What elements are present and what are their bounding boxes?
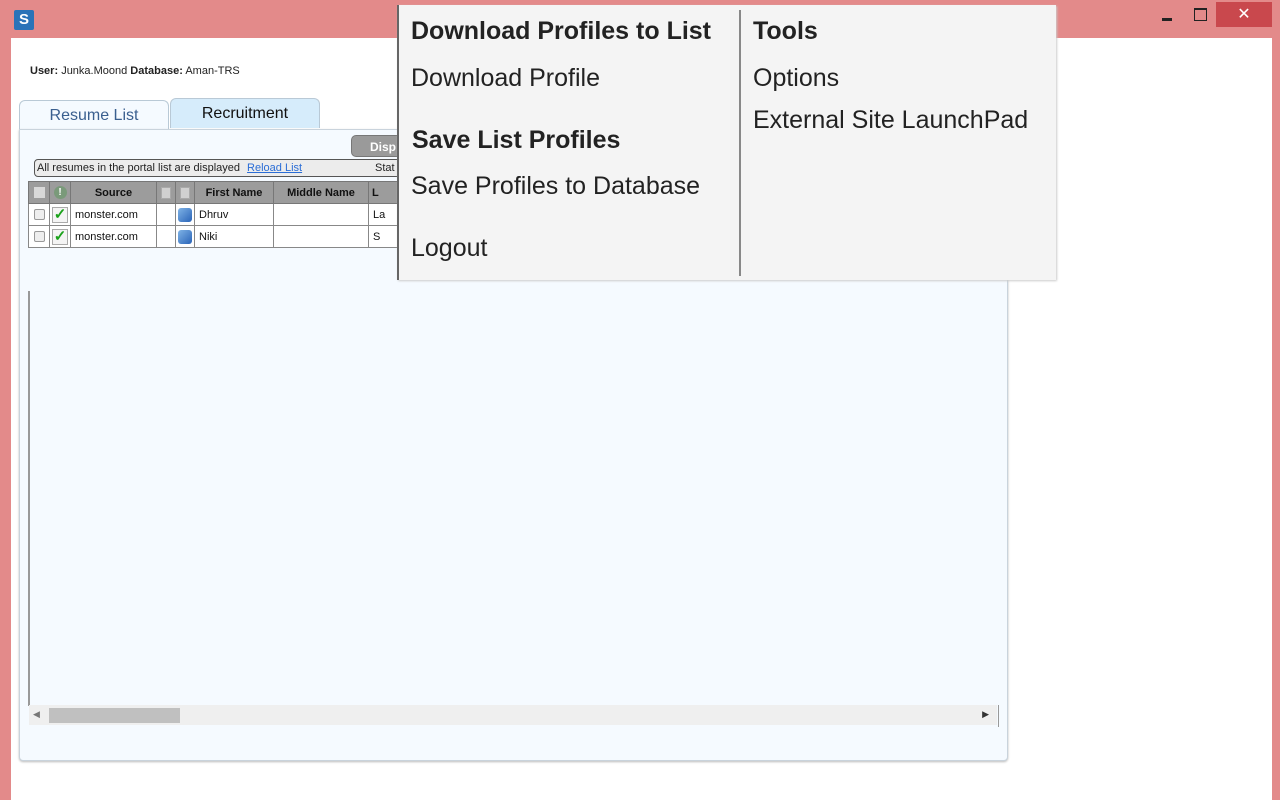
checkmark-icon: ✓: [52, 205, 68, 223]
scrollbar-end-divider: [998, 705, 999, 727]
column-header-middle-name[interactable]: Middle Name: [273, 181, 369, 204]
row-select-cell[interactable]: [28, 203, 50, 226]
doc-cell: [156, 225, 176, 248]
scroll-right-arrow-icon[interactable]: ▶: [982, 709, 989, 720]
document-icon: [180, 186, 190, 199]
row-select-cell[interactable]: [28, 225, 50, 248]
source-cell: monster.com: [70, 203, 157, 226]
column-header-source[interactable]: Source: [70, 181, 157, 204]
middle-name-cell: [273, 203, 369, 226]
middle-name-cell: [273, 225, 369, 248]
table-row[interactable]: ✓ monster.com Dhruv La: [28, 203, 409, 226]
resume-icon[interactable]: [178, 207, 192, 222]
close-button[interactable]: ✕: [1216, 2, 1272, 27]
database-label: Database:: [130, 65, 183, 77]
tab-recruitment[interactable]: Recruitment: [170, 98, 320, 128]
grid-left-border: [28, 291, 30, 706]
source-cell: monster.com: [70, 225, 157, 248]
scrollbar-thumb[interactable]: [49, 708, 180, 723]
database-name: Aman-TRS: [185, 65, 240, 77]
user-info: User: Junka.Moond Database: Aman-TRS: [30, 65, 240, 77]
column-header-doc2: [175, 181, 195, 204]
menu-item-options[interactable]: Options: [753, 64, 839, 93]
minimize-button[interactable]: [1153, 2, 1179, 28]
verified-cell: ✓: [49, 203, 71, 226]
horizontal-scrollbar[interactable]: ◀ ▶: [29, 705, 997, 725]
column-header-first-name[interactable]: First Name: [194, 181, 274, 204]
user-label: User:: [30, 65, 59, 77]
tab-resume-list[interactable]: Resume List: [19, 100, 169, 130]
menu-header-download-profiles: Download Profiles to List: [411, 17, 712, 45]
select-all-header[interactable]: [28, 181, 50, 204]
scroll-left-arrow-icon[interactable]: ◀: [33, 709, 40, 720]
menu-header-save-list-profiles: Save List Profiles: [412, 126, 621, 154]
alert-icon: !: [53, 186, 67, 199]
column-header-doc1: [156, 181, 176, 204]
select-all-checkbox[interactable]: [33, 187, 45, 199]
status-bar: All resumes in the portal list are displ…: [34, 159, 414, 177]
resume-grid: ! Source First Name Middle Name L ✓ mons…: [28, 181, 409, 248]
menu-item-save-profiles[interactable]: Save Profiles to Database: [411, 172, 700, 201]
menu-item-download-profile[interactable]: Download Profile: [411, 64, 600, 93]
menu-divider: [739, 10, 741, 276]
document-icon: [161, 186, 171, 199]
grid-header-row: ! Source First Name Middle Name L: [28, 181, 409, 204]
first-name-cell: Dhruv: [194, 203, 274, 226]
doc-cell: [156, 203, 176, 226]
user-name: Junka.Moond: [61, 65, 128, 77]
menu-item-logout[interactable]: Logout: [411, 234, 487, 263]
dropdown-menu: Download Profiles to List Download Profi…: [397, 5, 1056, 280]
resume-icon[interactable]: [178, 229, 192, 244]
menu-item-external-site-launchpad[interactable]: External Site LaunchPad: [753, 106, 1028, 135]
menu-header-tools: Tools: [753, 17, 818, 45]
app-logo-icon: S: [14, 10, 34, 30]
reload-list-link[interactable]: Reload List: [247, 162, 302, 174]
stat-label: Stat: [375, 162, 395, 174]
first-name-cell: Niki: [194, 225, 274, 248]
maximize-button[interactable]: [1186, 2, 1212, 28]
status-header: !: [49, 181, 71, 204]
table-row[interactable]: ✓ monster.com Niki S: [28, 225, 409, 248]
row-checkbox[interactable]: [33, 209, 45, 221]
checkmark-icon: ✓: [52, 227, 68, 245]
status-message: All resumes in the portal list are displ…: [37, 162, 240, 174]
row-checkbox[interactable]: [33, 231, 45, 243]
resume-cell[interactable]: [175, 203, 195, 226]
resume-cell[interactable]: [175, 225, 195, 248]
app-window: S ✕ User: Junka.Moond Database: Aman-TRS…: [0, 0, 1280, 800]
verified-cell: ✓: [49, 225, 71, 248]
